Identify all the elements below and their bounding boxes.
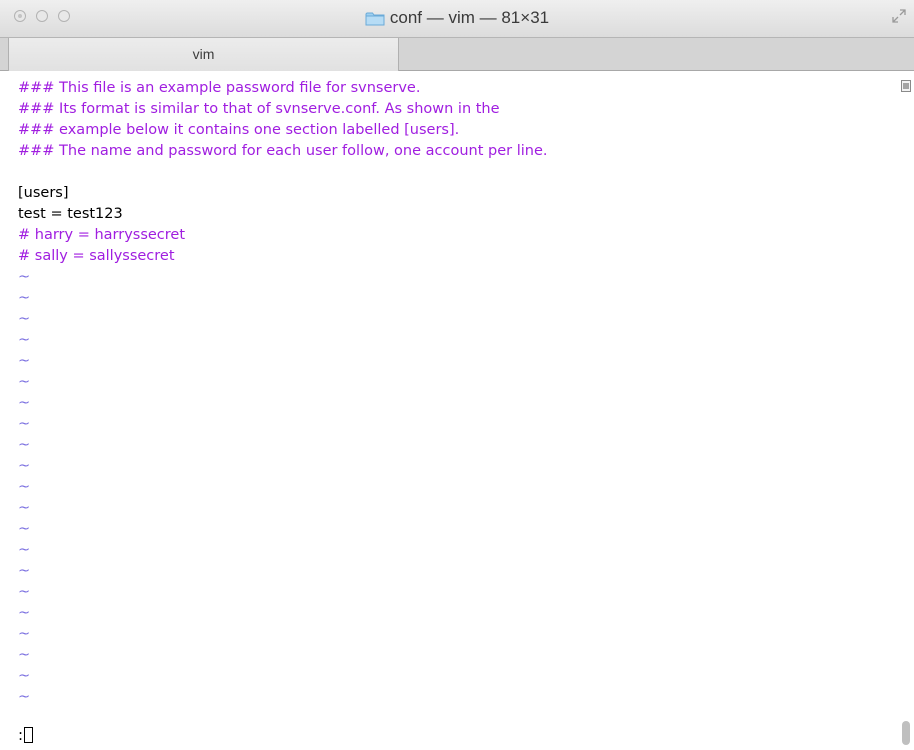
terminal-content[interactable]: ### This file is an example password fil… <box>0 71 914 750</box>
tab-bar: vim <box>0 38 914 71</box>
empty-line-marker: ~ <box>18 500 31 516</box>
buffer-line: [users] <box>18 185 69 201</box>
buffer-line: # sally = sallyssecret <box>18 248 175 264</box>
empty-line-marker: ~ <box>18 269 31 285</box>
empty-line-marker: ~ <box>18 458 31 474</box>
buffer-line: ### The name and password for each user … <box>18 143 548 159</box>
empty-line-marker: ~ <box>18 395 31 411</box>
empty-line-marker: ~ <box>18 521 31 537</box>
empty-line-marker: ~ <box>18 563 31 579</box>
command-line[interactable]: : <box>18 726 34 744</box>
empty-line-marker: ~ <box>18 374 31 390</box>
tab-vim[interactable]: vim <box>8 38 399 71</box>
empty-line-marker: ~ <box>18 416 31 432</box>
empty-line-marker: ~ <box>18 605 31 621</box>
folder-icon <box>365 11 385 26</box>
buffer-line: ### This file is an example password fil… <box>18 80 421 96</box>
empty-line-marker: ~ <box>18 689 31 705</box>
empty-line-marker: ~ <box>18 626 31 642</box>
empty-line-marker: ~ <box>18 479 31 495</box>
window-title-wrap: conf — vim — 81×31 <box>0 7 914 29</box>
empty-line-marker: ~ <box>18 668 31 684</box>
empty-line-marker: ~ <box>18 311 31 327</box>
empty-line-marker: ~ <box>18 353 31 369</box>
editor-buffer: ### This file is an example password fil… <box>18 78 884 708</box>
title-bar[interactable]: conf — vim — 81×31 <box>0 0 914 38</box>
buffer-line <box>18 162 884 183</box>
empty-line-marker: ~ <box>18 332 31 348</box>
buffer-line: ### Its format is similar to that of svn… <box>18 101 500 117</box>
empty-line-marker: ~ <box>18 437 31 453</box>
buffer-line: test = test123 <box>18 206 123 222</box>
buffer-line: ### example below it contains one sectio… <box>18 122 460 138</box>
empty-line-marker: ~ <box>18 542 31 558</box>
terminal-window: conf — vim — 81×31 vim ### This file is … <box>0 0 914 750</box>
fullscreen-icon[interactable] <box>892 8 906 23</box>
command-prompt: : <box>18 726 24 744</box>
window-title: conf — vim — 81×31 <box>389 8 550 27</box>
buffer-line: # harry = harryssecret <box>18 227 186 243</box>
empty-line-marker: ~ <box>18 584 31 600</box>
cursor <box>24 727 34 743</box>
scroll-marker-icon <box>901 77 911 92</box>
empty-line-marker: ~ <box>18 647 31 663</box>
scrollbar-thumb[interactable] <box>902 721 910 745</box>
empty-line-marker: ~ <box>18 290 31 306</box>
